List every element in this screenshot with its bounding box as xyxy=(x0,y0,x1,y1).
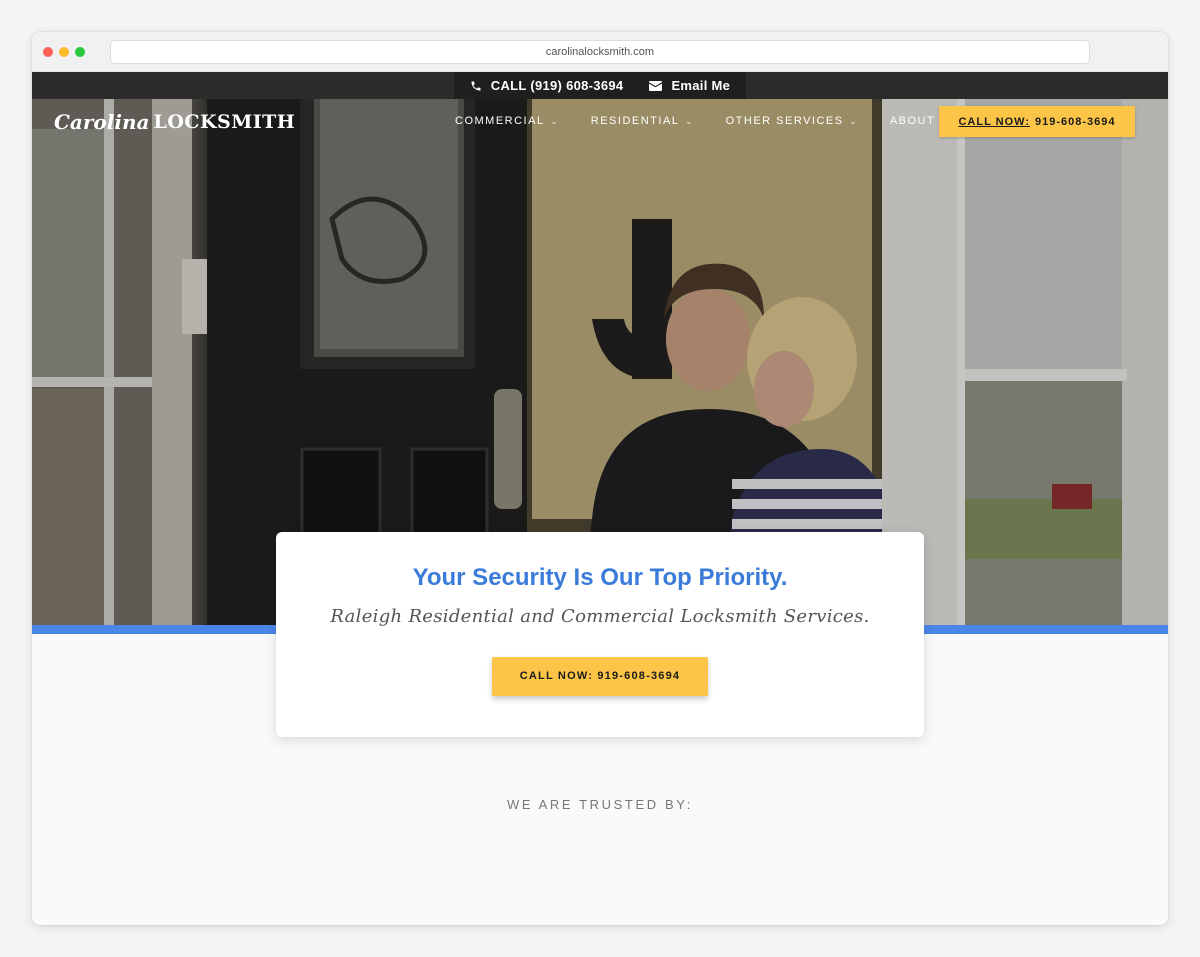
trusted-by-heading: WE ARE TRUSTED BY: xyxy=(507,797,693,812)
chevron-down-icon: ⌄ xyxy=(685,116,694,126)
envelope-icon xyxy=(649,80,663,91)
hero-card: Your Security Is Our Top Priority. Ralei… xyxy=(276,532,924,737)
nav-item-other-services[interactable]: OTHER SERVICES ⌄ xyxy=(726,115,858,127)
phone-icon xyxy=(470,80,482,92)
cta-number: 919-608-3694 xyxy=(1035,115,1116,128)
address-bar[interactable]: carolinalocksmith.com xyxy=(110,40,1090,64)
nav-item-label: RESIDENTIAL xyxy=(590,115,680,127)
hero-title: Your Security Is Our Top Priority. xyxy=(412,564,788,591)
phone-label: CALL (919) 608-3694 xyxy=(490,78,624,93)
logo-main-text: LOCKSMITH xyxy=(153,111,296,133)
logo-script-text: Carolina xyxy=(54,110,150,134)
minimize-window-button[interactable] xyxy=(59,47,69,57)
browser-window: carolinalocksmith.com CALL (919) 608-369… xyxy=(32,32,1168,925)
maximize-window-button[interactable] xyxy=(75,47,85,57)
close-window-button[interactable] xyxy=(43,47,53,57)
hero-subtitle: Raleigh Residential and Commercial Locks… xyxy=(330,606,870,627)
contact-topbar-inner: CALL (919) 608-3694 Email Me xyxy=(454,72,746,99)
contact-topbar: CALL (919) 608-3694 Email Me xyxy=(32,72,1168,99)
site-logo[interactable]: Carolina LOCKSMITH xyxy=(54,110,295,134)
nav-item-commercial[interactable]: COMMERCIAL ⌄ xyxy=(455,115,559,127)
call-phone-link[interactable]: CALL (919) 608-3694 xyxy=(470,78,624,93)
nav-item-label: COMMERCIAL xyxy=(455,115,545,127)
chevron-down-icon: ⌄ xyxy=(849,116,858,126)
main-nav: COMMERCIAL ⌄ RESIDENTIAL ⌄ OTHER SERVICE… xyxy=(455,115,990,127)
cta-prefix: CALL NOW: xyxy=(958,115,1030,128)
email-link[interactable]: Email Me xyxy=(649,78,730,93)
header-call-now-button[interactable]: CALL NOW: 919-608-3694 xyxy=(939,106,1135,137)
nav-item-label: OTHER SERVICES xyxy=(725,115,844,127)
hero-call-now-button[interactable]: CALL NOW: 919-608-3694 xyxy=(492,657,708,696)
chevron-down-icon: ⌄ xyxy=(550,116,559,126)
nav-item-residential[interactable]: RESIDENTIAL ⌄ xyxy=(591,115,694,127)
email-label: Email Me xyxy=(671,78,731,93)
browser-chrome: carolinalocksmith.com xyxy=(32,32,1168,72)
